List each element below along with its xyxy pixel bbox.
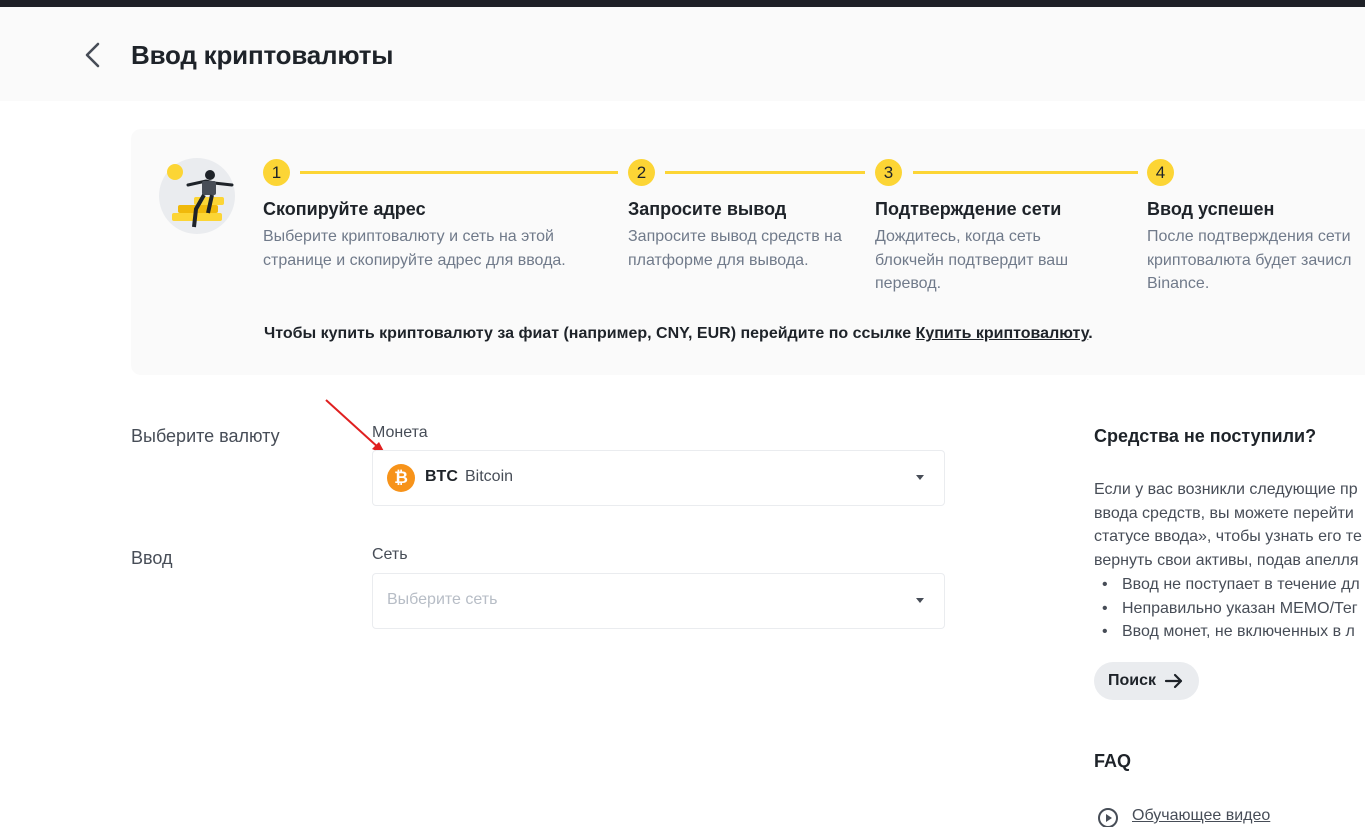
caret-down-icon	[916, 598, 924, 603]
coin-name: Bitcoin	[465, 468, 514, 485]
currency-section-label: Выберите валюту	[131, 426, 280, 446]
coin-symbol: BTC	[425, 468, 458, 485]
step-number: 3	[875, 159, 902, 186]
top-bar	[0, 0, 1365, 7]
caret-down-icon	[916, 475, 924, 480]
step-number: 1	[263, 159, 290, 186]
funds-not-received-title: Средства не поступили?	[1094, 426, 1317, 446]
network-placeholder: Выберите сеть	[387, 591, 498, 608]
step-description: Дождитесь, когда сеть блокчейн подтверди…	[875, 228, 1069, 292]
search-button-label: Поиск	[1108, 672, 1157, 689]
step-progress-line	[665, 171, 865, 174]
deposit-section-label: Ввод	[131, 548, 173, 568]
buy-crypto-link[interactable]: Купить криптовалюту	[916, 325, 1089, 342]
list-item: Ввод монет, не включенных в л	[1102, 620, 1360, 644]
step-progress-line	[913, 171, 1138, 174]
list-item: Ввод не поступает в течение дл	[1102, 573, 1360, 597]
step-number: 2	[628, 159, 655, 186]
list-item: Неправильно указан MEMO/Тег	[1102, 597, 1360, 621]
step-2: 2 Запросите вывод Запросите вывод средст…	[628, 159, 865, 269]
bitcoin-icon: ₿	[387, 464, 415, 492]
page-title: Ввод криптовалюты	[131, 40, 394, 70]
chevron-left-icon	[85, 42, 100, 68]
step-title: Подтверждение сети	[875, 199, 1062, 219]
step-title: Скопируйте адрес	[263, 199, 426, 219]
issues-list: Ввод не поступает в течение дл Неправиль…	[1102, 573, 1360, 644]
coin-select[interactable]: ₿ BTC Bitcoin	[372, 450, 945, 506]
step-progress-line	[300, 171, 618, 174]
play-circle-icon[interactable]	[1097, 807, 1119, 827]
funds-not-received-text: Если у вас возникли следующие пр ввода с…	[1094, 481, 1362, 569]
step-number: 4	[1147, 159, 1174, 186]
step-3: 3 Подтверждение сети Дождитесь, когда се…	[875, 159, 1138, 292]
steps-card: 1 Скопируйте адрес Выберите криптовалюту…	[131, 129, 1365, 375]
back-button[interactable]	[80, 40, 106, 70]
step-4: 4 Ввод успешен После подтверждения сети …	[1147, 159, 1352, 292]
page-header: Ввод криптовалюты	[0, 7, 1365, 101]
coin-field-label: Монета	[372, 424, 428, 441]
step-description: После подтверждения сети криптовалюта бу…	[1147, 228, 1352, 292]
network-select[interactable]: Выберите сеть	[372, 573, 945, 629]
step-title: Ввод успешен	[1147, 199, 1275, 219]
arrow-right-icon	[1164, 673, 1183, 689]
step-description: Запросите вывод средств на платформе для…	[628, 228, 842, 269]
search-button[interactable]: Поиск	[1094, 662, 1199, 700]
faq-title: FAQ	[1094, 751, 1132, 771]
step-title: Запросите вывод	[628, 199, 787, 219]
tutorial-video-link[interactable]: Обучающее видео	[1132, 807, 1270, 825]
deposit-illustration	[158, 157, 236, 235]
step-1: 1 Скопируйте адрес Выберите криптовалюту…	[263, 159, 618, 269]
step-description: Выберите криптовалюту и сеть на этой стр…	[263, 228, 566, 269]
fiat-purchase-note: Чтобы купить криптовалюту за фиат (напри…	[264, 325, 1093, 342]
network-field-label: Сеть	[372, 546, 408, 563]
